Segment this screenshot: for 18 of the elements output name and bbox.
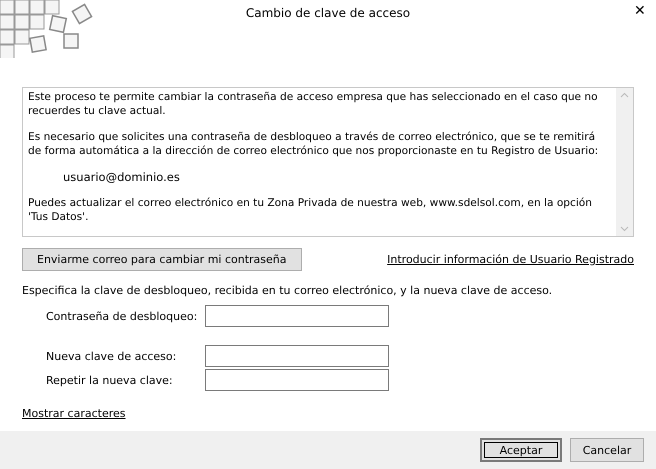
password-field[interactable] — [205, 345, 389, 367]
password-field[interactable] — [205, 305, 389, 327]
show-characters-link[interactable]: Mostrar caracteres — [22, 407, 126, 420]
field-label: Repetir la nueva clave: — [46, 374, 174, 386]
info-paragraph: Puedes actualizar el correo electrónico en tu Zona Privada de nuestra web, www.sdelsol.com, en la opción 'Tus Datos'. — [28, 196, 593, 224]
email-address: usuario@dominio.es — [62, 170, 181, 184]
field-label: Contraseña de desbloqueo: — [46, 310, 198, 322]
window-title: Cambio de clave de acceso — [244, 5, 412, 22]
close-button[interactable]: ✕ — [630, 0, 650, 20]
instruction-text: Especifica la clave de desbloqueo, recibida en tu correo electrónico, y la nueva clave de acceso. — [22, 284, 554, 297]
password-field[interactable] — [205, 369, 389, 391]
register-link[interactable]: Introducir información de Usuario Registrado — [387, 253, 634, 266]
send-email-button[interactable]: Enviarme correo para cambiar mi contraseña — [22, 248, 302, 271]
info-paragraph: Este proceso te permite cambiar la contraseña de acceso empresa que has seleccionado en el caso que no recuerdes tu clave actual. — [28, 90, 599, 118]
field-label: Nueva clave de acceso: — [46, 350, 178, 362]
info-paragraph: Es necesario que solicites una contraseña de desbloqueo a través de correo electrónico, que se te remitirá de forma automática a la dirección de correo electrónico que nos proporcionaste en tu Registro de Usuario: — [28, 130, 600, 158]
dialog-button[interactable]: Cancelar — [570, 438, 644, 462]
dialog-button[interactable]: Aceptar — [480, 438, 562, 462]
